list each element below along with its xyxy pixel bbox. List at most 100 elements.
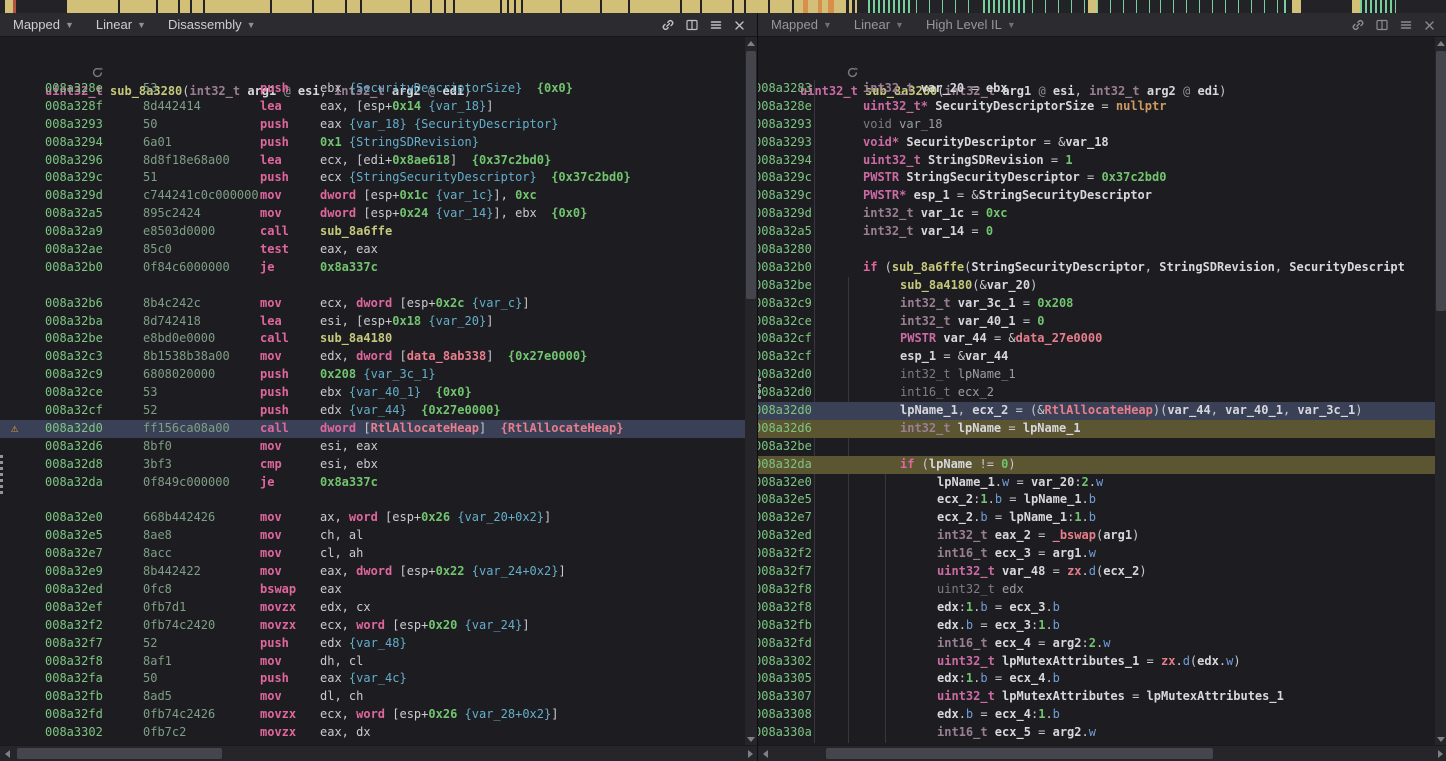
horizontal-scroll-thumb[interactable]	[826, 748, 1213, 759]
hlil-row[interactable]: 008a32d0int16_t ecx_2	[758, 384, 1435, 402]
disasm-row[interactable]: 008a32f752pushedx {var_48}	[0, 635, 745, 653]
disasm-row[interactable]: 008a32a9e8503d0000callsub_8a6ffe	[0, 223, 745, 241]
disasm-row[interactable]: 008a32e0668b442426movax, word [esp+0x26 …	[0, 509, 745, 527]
disasm-row[interactable]: 008a32ed0fc8bswapeax	[0, 581, 745, 599]
hlil-row[interactable]: 008a330aint16_t ecx_5 = arg2.w	[758, 724, 1435, 742]
view-mode-dropdown[interactable]: Mapped▼	[771, 17, 832, 32]
disasm-row[interactable]: 008a32ba8d742418leaesi, [esp+0x18 {var_2…	[0, 313, 745, 331]
disasm-row[interactable]: 008a32d68bf0movesi, eax	[0, 438, 745, 456]
hlil-blank-row[interactable]: 008a32be	[758, 438, 1435, 456]
disasm-row[interactable]: 008a32946a01push0x1 {StringSDRevision}	[0, 134, 745, 152]
menu-icon[interactable]	[708, 18, 723, 33]
disasm-row[interactable]: 008a32d83bf3cmpesi, ebx	[0, 456, 745, 474]
disassembly-horizontal-scrollbar[interactable]	[0, 745, 757, 761]
disasm-row[interactable]: 008a32b00f84c6000000je0x8a337c	[0, 259, 745, 277]
disasm-row[interactable]: 008a32ef0fb7d1movzxedx, cx	[0, 599, 745, 617]
disasm-row[interactable]: 008a328e53pushebx {SecurityDescriptorSiz…	[0, 80, 745, 98]
hlil-row[interactable]: 008a32d6int32_t lpName = lpName_1	[758, 420, 1435, 438]
disasm-row[interactable]: 008a32c38b1538b38a00movedx, dword [data_…	[0, 348, 745, 366]
disasm-row[interactable]: 008a32fd0fb74c2426movzxecx, word [esp+0x…	[0, 706, 745, 724]
hlil-row[interactable]: 008a3307uint32_t lpMutexAttributes = lpM…	[758, 688, 1435, 706]
hlil-row[interactable]: 008a32fdint16_t ecx_4 = arg2:2.w	[758, 635, 1435, 653]
disasm-row[interactable]: 008a32f20fb74c2420movzxecx, word [esp+0x…	[0, 617, 745, 635]
split-pane-icon[interactable]	[684, 18, 699, 33]
scroll-right-arrow[interactable]	[743, 746, 757, 761]
hlil-blank-row[interactable]: 008a3280	[758, 241, 1435, 259]
il-view-dropdown[interactable]: Disassembly▼	[168, 17, 256, 32]
scroll-down-arrow[interactable]	[745, 733, 757, 745]
disasm-row[interactable]: 008a33020fb7c2movzxeax, dx	[0, 724, 745, 742]
hlil-row[interactable]: 008a32d0int32_t lpName_1	[758, 366, 1435, 384]
hlil-row[interactable]: 008a32f8uint32_t edx	[758, 581, 1435, 599]
hlil-row[interactable]: 008a3308edx.b = ecx_4:1.b	[758, 706, 1435, 724]
hlil-row[interactable]: 008a32f2int16_t ecx_3 = arg1.w	[758, 545, 1435, 563]
link-icon[interactable]	[1350, 18, 1365, 33]
layout-dropdown[interactable]: Linear▼	[854, 17, 904, 32]
disasm-row[interactable]: 008a329c51pushecx {StringSecurityDescrip…	[0, 169, 745, 187]
hlil-row[interactable]: 008a32daif (lpName != 0)	[758, 456, 1435, 474]
disasm-row[interactable]: 008a32c96808020000push0x208 {var_3c_1}	[0, 366, 745, 384]
disasm-row[interactable]: 008a32ce53pushebx {var_40_1} {0x0}	[0, 384, 745, 402]
split-pane-icon[interactable]	[1374, 18, 1389, 33]
disasm-row[interactable]: 008a32ae85c0testeax, eax	[0, 241, 745, 259]
hlil-row[interactable]: 008a3302uint32_t lpMutexAttributes_1 = z…	[758, 653, 1435, 671]
disasm-row[interactable]: 008a329350pusheax {var_18} {SecurityDesc…	[0, 116, 745, 134]
horizontal-scroll-thumb[interactable]	[17, 748, 222, 759]
hlil-row[interactable]: 008a329dint32_t var_1c = 0xc	[758, 205, 1435, 223]
hlil-row[interactable]: 008a32f7uint32_t var_48 = zx.d(ecx_2)	[758, 563, 1435, 581]
link-icon[interactable]	[660, 18, 675, 33]
hlil-row[interactable]: 008a32e5ecx_2:1.b = lpName_1.b	[758, 491, 1435, 509]
hlil-row[interactable]: 008a32f8edx:1.b = ecx_3.b	[758, 599, 1435, 617]
scroll-left-arrow[interactable]	[0, 746, 14, 761]
hlil-row[interactable]: 008a3294uint32_t StringSDRevision = 1	[758, 152, 1435, 170]
disassembly-vertical-scrollbar[interactable]	[745, 37, 757, 745]
hlil-row[interactable]: 008a32e0lpName_1.w = var_20:2.w	[758, 474, 1435, 492]
feature-map[interactable]	[0, 0, 1446, 13]
hlil-row[interactable]: 008a32edint32_t eax_2 = _bswap(arg1)	[758, 527, 1435, 545]
disasm-row[interactable]: 008a32e58ae8movch, al	[0, 527, 745, 545]
disasm-row[interactable]: ⚠008a32d0ff156ca08a00calldword [RtlAlloc…	[0, 420, 745, 438]
hlil-row[interactable]: 008a32a5int32_t var_14 = 0	[758, 223, 1435, 241]
menu-icon[interactable]	[1398, 18, 1413, 33]
hlil-row[interactable]: 008a32cfesp_1 = &var_44	[758, 348, 1435, 366]
hlil-row[interactable]: 008a32b0if (sub_8a6ffe(StringSecurityDes…	[758, 259, 1435, 277]
scroll-left-arrow[interactable]	[758, 746, 772, 761]
hlil-row[interactable]: 008a329cPWSTR StringSecurityDescriptor =…	[758, 169, 1435, 187]
disasm-row[interactable]: 008a328f8d442414leaeax, [esp+0x14 {var_1…	[0, 98, 745, 116]
disasm-row[interactable]: 008a32fb8ad5movdl, ch	[0, 688, 745, 706]
hlil-row[interactable]: 008a32fbedx.b = ecx_3:1.b	[758, 617, 1435, 635]
hlil-vertical-scrollbar[interactable]	[1435, 37, 1446, 745]
disasm-row[interactable]: 008a32a5895c2424movdword [esp+0x24 {var_…	[0, 205, 745, 223]
disasm-row[interactable]: 008a329dc744241c0c000000movdword [esp+0x…	[0, 187, 745, 205]
disasm-row[interactable]: 008a32da0f849c000000je0x8a337c	[0, 474, 745, 492]
view-mode-dropdown[interactable]: Mapped▼	[13, 17, 74, 32]
disasm-row[interactable]: 008a32cf52pushedx {var_44} {0x27e0000}	[0, 402, 745, 420]
il-view-dropdown[interactable]: High Level IL▼	[926, 17, 1016, 32]
hlil-row[interactable]: 008a3283int32_t var_20 = ebx	[758, 80, 1435, 98]
disasm-row[interactable]: 008a32e78accmovcl, ah	[0, 545, 745, 563]
scroll-right-arrow[interactable]	[1433, 746, 1446, 761]
hlil-row[interactable]: 008a3293void var_18	[758, 116, 1435, 134]
function-signature-row[interactable]: uint32_t sub_8a3280(int32_t arg1 @ esi, …	[0, 46, 58, 64]
hlil-row[interactable]: 008a32besub_8a4180(&var_20)	[758, 277, 1435, 295]
vertical-scroll-thumb[interactable]	[1436, 51, 1446, 311]
hlil-row[interactable]: 008a32d0lpName_1, ecx_2 = (&RtlAllocateH…	[758, 402, 1435, 420]
scroll-up-arrow[interactable]	[745, 37, 757, 49]
vertical-scroll-thumb[interactable]	[746, 51, 756, 299]
hlil-row[interactable]: 008a32cfPWSTR var_44 = &data_27e0000	[758, 330, 1435, 348]
hlil-horizontal-scrollbar[interactable]	[758, 745, 1446, 761]
hlil-row[interactable]: 008a32ceint32_t var_40_1 = 0	[758, 313, 1435, 331]
disasm-row[interactable]: 008a32968d8f18e68a00leaecx, [edi+0x8ae61…	[0, 152, 745, 170]
disasm-row[interactable]: 008a32f88af1movdh, cl	[0, 653, 745, 671]
hlil-row[interactable]: 008a3293void* SecurityDescriptor = &var_…	[758, 134, 1435, 152]
hlil-row[interactable]: 008a32e7ecx_2.b = lpName_1:1.b	[758, 509, 1435, 527]
close-icon[interactable]	[732, 18, 747, 33]
scroll-up-arrow[interactable]	[1435, 37, 1446, 49]
disasm-row[interactable]: 008a32e98b442422moveax, dword [esp+0x22 …	[0, 563, 745, 581]
layout-dropdown[interactable]: Linear▼	[96, 17, 146, 32]
close-icon[interactable]	[1422, 18, 1437, 33]
disasm-row[interactable]: 008a32fa50pusheax {var_4c}	[0, 670, 745, 688]
disasm-row[interactable]: 008a32b68b4c242cmovecx, dword [esp+0x2c …	[0, 295, 745, 313]
hlil-row[interactable]: 008a329cPWSTR* esp_1 = &StringSecurityDe…	[758, 187, 1435, 205]
disasm-row[interactable]: 008a32bee8bd0e0000callsub_8a4180	[0, 330, 745, 348]
